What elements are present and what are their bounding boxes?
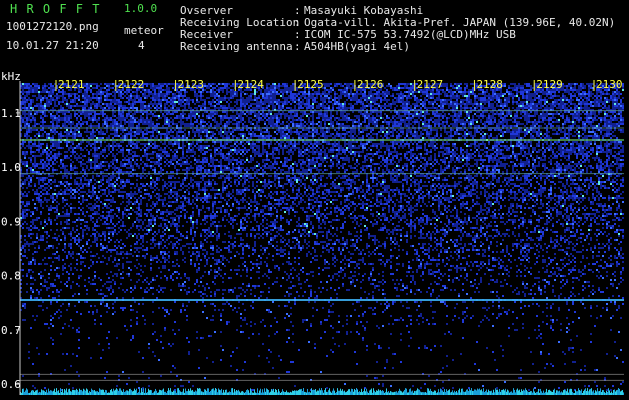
time-tick-label: 2124 [237, 78, 264, 91]
time-tick-label: 2126 [357, 78, 384, 91]
time-tick-label: 2130 [596, 78, 623, 91]
time-tick-label: 2125 [297, 78, 324, 91]
time-tick-label: 2122 [118, 78, 144, 91]
freq-unit-label: kHz [1, 70, 21, 83]
time-tick-label: 2121 [58, 78, 85, 91]
time-tick-label: 2128 [476, 78, 503, 91]
spectrogram: kHz1.11.00.90.80.70.62121 2122 2123 2124 212… [1, 70, 624, 395]
noise-field [20, 83, 624, 395]
time-tick-label: 2127 [417, 78, 444, 91]
time-tick-label: 2123 [178, 78, 205, 91]
time-tick-label: 2129 [536, 78, 563, 91]
